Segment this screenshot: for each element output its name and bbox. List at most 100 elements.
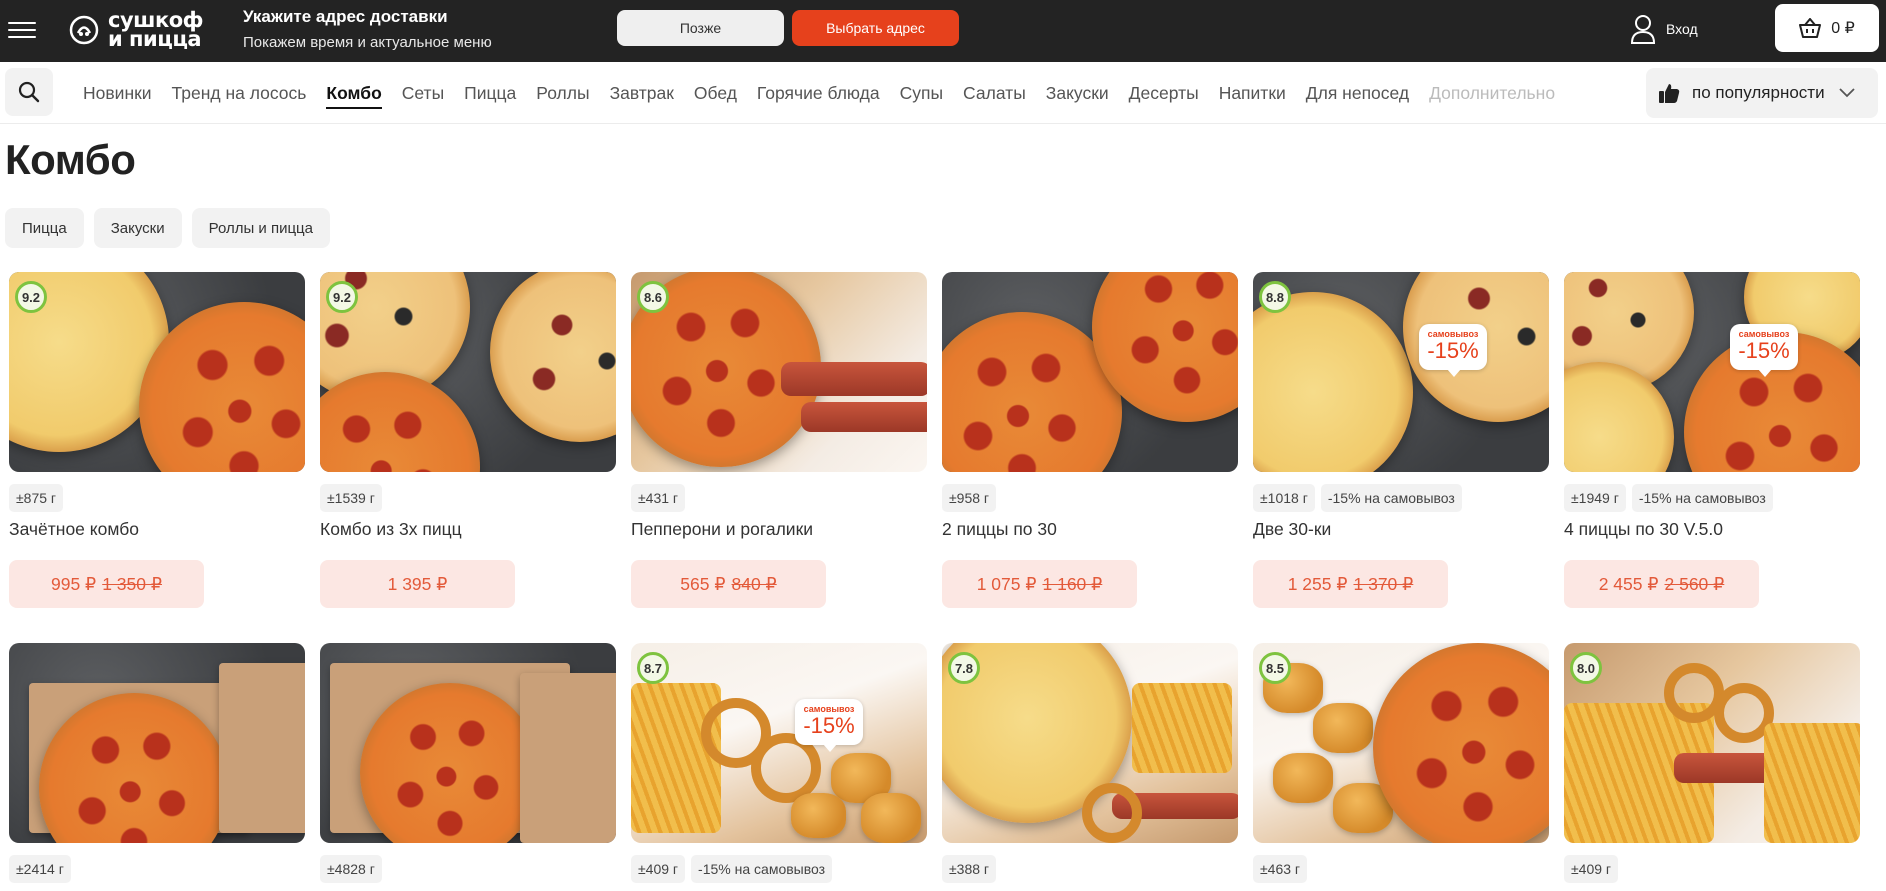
product-image[interactable]: самовывоз -15% [1564,272,1860,472]
product-image[interactable]: 8.6 [631,272,927,472]
product-card[interactable]: 7.8 ±388 г [942,643,1238,883]
filter-chip[interactable]: Пицца [5,208,84,248]
add-to-cart-button[interactable]: 995 ₽ 1 350 ₽ [9,560,204,608]
category-tab[interactable]: Дополнительно [1429,81,1555,105]
nug-illustration [1313,703,1373,753]
login-button[interactable]: Вход [1630,14,1698,44]
category-tab[interactable]: Салаты [963,81,1026,105]
category-tab[interactable]: Обед [694,81,737,105]
category-tab[interactable]: Десерты [1129,81,1199,105]
price: 565 ₽ [680,573,726,594]
product-tags: ±2414 г [9,855,305,883]
category-tab[interactable]: Горячие блюда [757,81,880,105]
product-image[interactable]: 8.8 самовывоз -15% [1253,272,1549,472]
product-image[interactable]: 8.0 [1564,643,1860,843]
ring-illustration [1082,783,1142,843]
category-tab[interactable]: Комбо [326,81,383,109]
product-name[interactable]: Пепперони и рогалики [631,519,927,543]
logo[interactable]: сушкоф и пицца [68,8,203,52]
product-tags: ±1949 г -15% на самовывоз [1564,484,1860,512]
product-tags: ±431 г [631,484,927,512]
product-image[interactable] [9,643,305,843]
rating-badge: 8.8 [1259,281,1291,313]
product-image[interactable] [320,643,616,843]
product-tags: ±958 г [942,484,1238,512]
weight-tag: ±388 г [942,855,997,883]
cart-button[interactable]: 0 ₽ [1775,4,1879,52]
product-card[interactable]: ±4828 г [320,643,616,883]
product-image[interactable]: 9.2 [9,272,305,472]
logo-line-2: и пицца [108,27,202,51]
product-card[interactable]: 9.2 ±1539 г Комбо из 3х пицц 1 395 ₽ [320,272,616,608]
category-tab[interactable]: Завтрак [610,81,674,105]
weight-tag: ±958 г [942,484,997,512]
product-image[interactable]: 8.7 самовывоз -15% [631,643,927,843]
sausage-illustration [801,402,927,432]
product-card[interactable]: самовывоз -15% ±1949 г -15% на самовывоз… [1564,272,1860,608]
sausage-illustration [781,362,927,396]
category-tab[interactable]: Для непосед [1306,81,1409,105]
add-to-cart-button[interactable]: 2 455 ₽ 2 560 ₽ [1564,560,1759,608]
product-image[interactable]: 9.2 [320,272,616,472]
category-tab[interactable]: Новинки [83,81,152,105]
basket-icon [1799,18,1822,38]
product-card[interactable]: ±2414 г [9,643,305,883]
product-tags: ±4828 г [320,855,616,883]
category-tab[interactable]: Роллы [536,81,589,105]
search-icon [18,81,40,103]
product-card[interactable]: 8.7 самовывоз -15% ±409 г -15% на самовы… [631,643,927,883]
address-prompt: Укажите адрес доставки Покажем время и а… [243,6,492,54]
pbox-illustration [520,673,616,843]
sort-dropdown[interactable]: по популярности [1646,68,1878,118]
product-image[interactable]: 8.5 [1253,643,1549,843]
login-label: Вход [1666,21,1698,37]
search-button[interactable] [5,68,53,116]
pickup-discount-badge: самовывоз -15% [1730,324,1798,377]
category-tab[interactable]: Супы [900,81,943,105]
product-card[interactable]: 8.6 ±431 г Пепперони и рогалики 565 ₽ 84… [631,272,927,608]
add-to-cart-button[interactable]: 1 395 ₽ [320,560,515,608]
product-name[interactable]: 2 пиццы по 30 [942,519,1238,543]
product-name[interactable]: Две 30-ки [1253,519,1549,543]
product-tags: ±875 г [9,484,305,512]
add-to-cart-button[interactable]: 565 ₽ 840 ₽ [631,560,826,608]
product-image[interactable] [942,272,1238,472]
category-tab[interactable]: Закуски [1046,81,1109,105]
product-card[interactable]: 8.5 ±463 г [1253,643,1549,883]
fries-illustration [1764,723,1860,843]
page-title: Комбо [5,136,136,183]
filter-chip[interactable]: Закуски [93,208,182,248]
choose-address-button[interactable]: Выбрать адрес [792,10,959,46]
pizza-illustration [1253,292,1413,472]
category-tab[interactable]: Тренд на лосось [172,81,307,105]
category-tab[interactable]: Пицца [464,81,516,105]
old-price: 1 370 ₽ [1353,573,1414,594]
rating-badge: 8.6 [637,281,669,313]
pizza-illustration [1373,643,1549,843]
product-name[interactable]: Комбо из 3х пицц [320,519,616,543]
product-name[interactable]: 4 пиццы по 30 V.5.0 [1564,519,1860,543]
product-card[interactable]: 8.8 самовывоз -15% ±1018 г -15% на самов… [1253,272,1549,608]
product-card[interactable]: 9.2 ±875 г Зачётное комбо 995 ₽ 1 350 ₽ [9,272,305,608]
top-bar: сушкоф и пицца Укажите адрес доставки По… [0,0,1886,62]
weight-tag: ±1539 г [320,484,382,512]
product-card[interactable]: ±958 г 2 пиццы по 30 1 075 ₽ 1 160 ₽ [942,272,1238,608]
later-button[interactable]: Позже [617,10,784,46]
category-tab[interactable]: Сеты [402,81,444,105]
weight-tag: ±2414 г [9,855,71,883]
filter-chip[interactable]: Роллы и пицца [191,208,330,248]
nug-illustration [1273,753,1333,803]
category-nav: Новинки Тренд на лосось Комбо Сеты Пицца Ролл… [0,62,1886,124]
nug-illustration [791,793,846,838]
product-card[interactable]: 8.0 ±409 г [1564,643,1860,883]
product-name[interactable]: Зачётное комбо [9,519,305,543]
add-to-cart-button[interactable]: 1 255 ₽ 1 370 ₽ [1253,560,1448,608]
add-to-cart-button[interactable]: 1 075 ₽ 1 160 ₽ [942,560,1137,608]
menu-icon[interactable] [8,22,36,38]
product-image[interactable]: 7.8 [942,643,1238,843]
rating-badge: 8.7 [637,652,669,684]
weight-tag: ±463 г [1253,855,1308,883]
category-tab[interactable]: Напитки [1219,81,1286,105]
sort-label: по популярности [1692,83,1825,102]
chevron-down-icon [1838,88,1855,98]
